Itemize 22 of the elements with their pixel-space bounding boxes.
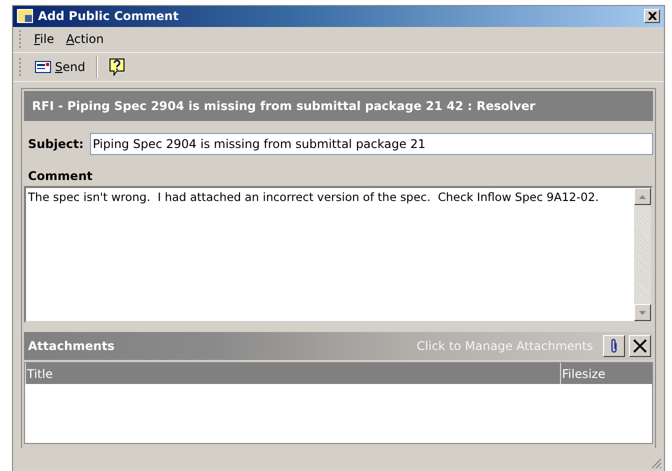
resize-grip-icon[interactable] bbox=[651, 458, 662, 470]
comment-label: Comment bbox=[28, 169, 94, 184]
window-icon bbox=[17, 9, 33, 24]
attachments-title: Attachments bbox=[28, 339, 116, 354]
close-button[interactable] bbox=[644, 9, 660, 24]
attach-button[interactable] bbox=[603, 335, 625, 358]
column-header[interactable]: Title bbox=[25, 363, 560, 384]
column-header[interactable]: Filesize bbox=[560, 363, 652, 384]
record-header: RFI - Piping Spec 2904 is missing from submittal package 21 42 : Resolver bbox=[24, 91, 653, 122]
comment-field[interactable]: The spec isn't wrong. I had attached an incorrect version of the spec. Check Inflow Spec 9A12-02. bbox=[24, 186, 653, 324]
paperclip-icon bbox=[610, 338, 618, 354]
subject-label: Subject: bbox=[28, 137, 84, 152]
send-button[interactable]: Send bbox=[32, 58, 88, 76]
window-title: Add Public Comment bbox=[38, 9, 180, 24]
close-icon bbox=[633, 339, 647, 354]
menu-item[interactable]: File bbox=[32, 30, 56, 48]
subject-field[interactable]: Piping Spec 2904 is missing from submittal package 21 bbox=[90, 133, 653, 156]
help-icon bbox=[109, 58, 126, 76]
remove-button[interactable] bbox=[629, 335, 651, 358]
menu-item[interactable]: Action bbox=[64, 30, 106, 48]
envelope-icon bbox=[35, 60, 51, 73]
close-icon bbox=[648, 12, 656, 20]
